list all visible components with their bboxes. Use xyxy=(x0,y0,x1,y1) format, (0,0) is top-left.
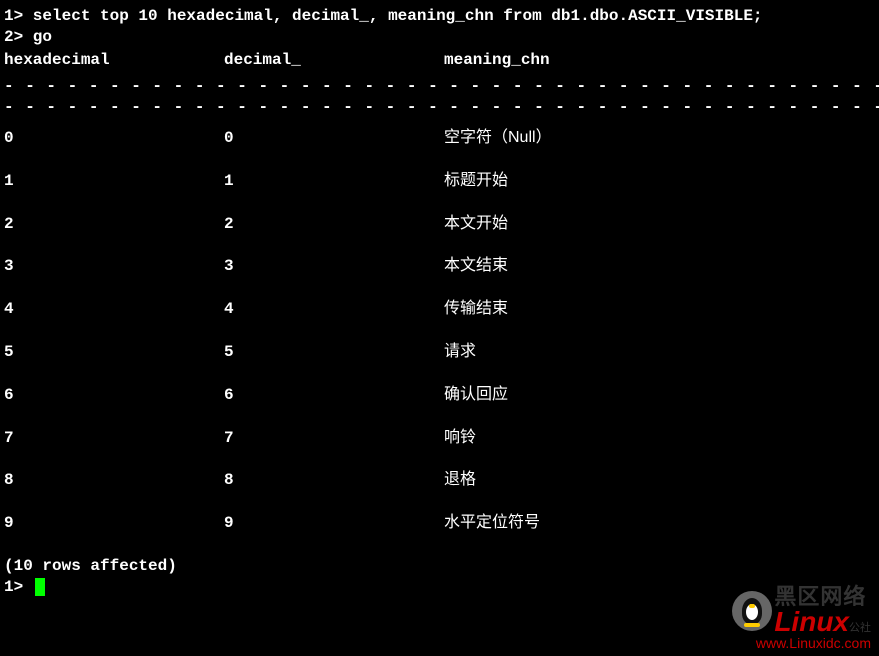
cell-meaning: 请求 xyxy=(444,342,875,363)
cell-hexadecimal: 1 xyxy=(4,171,224,192)
cell-meaning: 响铃 xyxy=(444,428,875,449)
table-row: 66确认回应 xyxy=(4,385,875,406)
watermark-chinese-text: 黑区网络 xyxy=(774,586,871,608)
cell-hexadecimal: 7 xyxy=(4,428,224,449)
separator-line-2: - - - - - - - - - - - - - - - - - - - - … xyxy=(4,97,875,118)
cell-meaning: 标题开始 xyxy=(444,171,875,192)
sql-query-line-1: 1> select top 10 hexadecimal, decimal_, … xyxy=(4,6,875,27)
cell-hexadecimal: 4 xyxy=(4,299,224,320)
table-row: 33本文结束 xyxy=(4,256,875,277)
cell-hexadecimal: 3 xyxy=(4,256,224,277)
terminal-cursor xyxy=(35,578,45,596)
table-row: 55请求 xyxy=(4,342,875,363)
rows-affected-text: (10 rows affected) xyxy=(4,556,875,577)
cell-hexadecimal: 5 xyxy=(4,342,224,363)
cell-decimal: 4 xyxy=(224,299,444,320)
table-row: 22本文开始 xyxy=(4,214,875,235)
cell-decimal: 8 xyxy=(224,470,444,491)
cell-meaning: 水平定位符号 xyxy=(444,513,875,534)
table-row: 88退格 xyxy=(4,470,875,491)
cell-hexadecimal: 6 xyxy=(4,385,224,406)
prompt-text: 1> xyxy=(4,578,33,596)
table-row: 00空字符（Null） xyxy=(4,128,875,149)
table-row: 11标题开始 xyxy=(4,171,875,192)
cell-meaning: 本文开始 xyxy=(444,214,875,235)
separator-line-1: - - - - - - - - - - - - - - - - - - - - … xyxy=(4,76,875,97)
watermark-logo-icon xyxy=(732,591,772,631)
cell-decimal: 5 xyxy=(224,342,444,363)
cell-hexadecimal: 0 xyxy=(4,128,224,149)
cell-decimal: 2 xyxy=(224,214,444,235)
table-row: 99水平定位符号 xyxy=(4,513,875,534)
cell-decimal: 3 xyxy=(224,256,444,277)
cell-decimal: 7 xyxy=(224,428,444,449)
watermark: 黑区网络 Linux公社 www.Linuxidc.com xyxy=(732,586,871,652)
cell-decimal: 9 xyxy=(224,513,444,534)
header-decimal: decimal_ xyxy=(224,50,444,71)
sql-query-line-2: 2> go xyxy=(4,27,875,48)
cell-meaning: 退格 xyxy=(444,470,875,491)
watermark-brand-text: Linux xyxy=(774,606,849,637)
cell-hexadecimal: 9 xyxy=(4,513,224,534)
result-data-rows: 00空字符（Null）11标题开始22本文开始33本文结束44传输结束55请求6… xyxy=(4,128,875,534)
table-row: 77响铃 xyxy=(4,428,875,449)
cell-meaning: 传输结束 xyxy=(444,299,875,320)
cell-meaning: 确认回应 xyxy=(444,385,875,406)
cell-meaning: 空字符（Null） xyxy=(444,128,875,149)
watermark-sub-text: 公社 xyxy=(849,622,871,634)
header-meaning: meaning_chn xyxy=(444,50,875,71)
header-hexadecimal: hexadecimal xyxy=(4,50,224,71)
table-row: 44传输结束 xyxy=(4,299,875,320)
cell-hexadecimal: 8 xyxy=(4,470,224,491)
cell-decimal: 1 xyxy=(224,171,444,192)
cell-meaning: 本文结束 xyxy=(444,256,875,277)
cell-decimal: 0 xyxy=(224,128,444,149)
cell-decimal: 6 xyxy=(224,385,444,406)
watermark-url-text: www.Linuxidc.com xyxy=(756,634,871,652)
cell-hexadecimal: 2 xyxy=(4,214,224,235)
result-header-row: hexadecimal decimal_ meaning_chn xyxy=(4,50,875,71)
